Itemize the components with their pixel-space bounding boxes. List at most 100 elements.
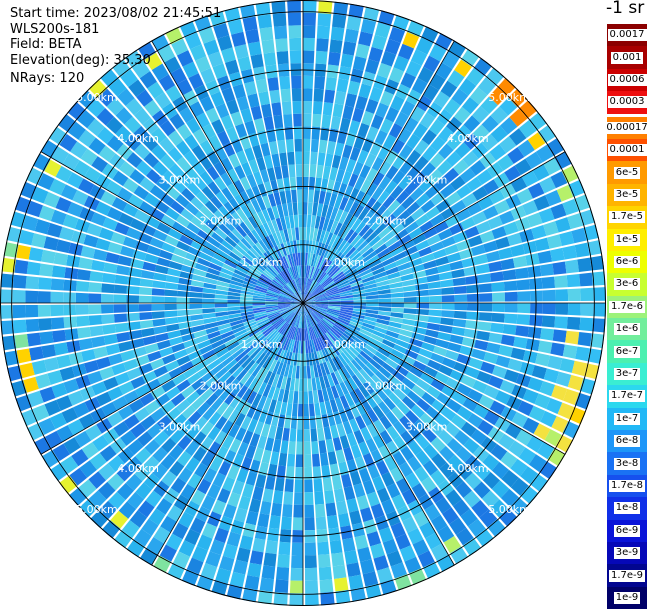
ray-gate	[78, 338, 94, 351]
ray-gate	[257, 14, 272, 29]
ray-gate	[151, 311, 165, 319]
ray-gate	[313, 478, 323, 493]
ray-gate	[16, 244, 31, 260]
colorbar-tick-label: 0.0003	[607, 96, 647, 109]
ray-gate	[296, 441, 303, 455]
ray-gate	[138, 295, 152, 303]
ray-gate	[273, 25, 288, 40]
ray-gate	[202, 298, 215, 303]
ray-gate	[355, 43, 370, 59]
ray-gate	[236, 547, 251, 563]
ray-gate	[325, 438, 335, 453]
ray-gate	[115, 264, 130, 276]
ray-gate	[304, 441, 311, 455]
ray-gate	[297, 189, 303, 203]
ray-gate	[342, 537, 356, 553]
ray-gate	[340, 300, 354, 303]
ray-gate	[283, 491, 294, 505]
ray-gate	[567, 303, 581, 316]
ray-gate	[338, 512, 351, 528]
ray-gate	[139, 278, 154, 288]
colorbar-lower-swatch: 1e-6	[607, 318, 647, 341]
colorbar-tick-label: 6e-8	[613, 435, 641, 448]
colorbar-lower-swatch: 1.7e-9	[607, 564, 647, 587]
ray-gate	[308, 189, 315, 203]
ray-gate	[279, 76, 291, 90]
ray-gate	[479, 293, 493, 302]
ray-gate	[53, 342, 69, 356]
ray-gate	[453, 285, 467, 294]
ray-gate	[303, 227, 307, 240]
ray-gate	[452, 277, 467, 287]
ray-gate	[101, 283, 115, 294]
ray-gate	[378, 306, 392, 312]
ray-gate	[390, 292, 404, 298]
ray-gate	[281, 101, 292, 115]
ray-gate	[39, 331, 54, 345]
ray-gate	[346, 562, 361, 578]
ray-gate	[522, 350, 538, 364]
ray-gate	[56, 239, 71, 254]
ray-gate	[165, 323, 180, 332]
ray-gate	[322, 165, 331, 180]
ray-gate	[366, 299, 379, 303]
ray-gate	[304, 479, 313, 493]
ray-gate	[267, 77, 280, 92]
ray-gate	[504, 303, 518, 313]
ray-gate	[164, 296, 177, 303]
ray-gate	[577, 332, 592, 347]
ray-gate	[214, 303, 228, 308]
ray-gate	[303, 429, 311, 442]
ray-gate	[50, 291, 64, 303]
colorbar-lower-swatch: 1.7e-8	[607, 474, 647, 498]
ray-gate	[495, 236, 510, 250]
ray-gate	[247, 41, 262, 57]
ray-gate	[227, 299, 240, 303]
ray-gate	[41, 249, 56, 264]
range-ring-label: 5.00km	[488, 503, 530, 516]
ray-gate	[503, 280, 518, 291]
ray-gate	[477, 321, 492, 332]
ray-gate	[80, 245, 96, 259]
colorbar-lower-swatch: 0.00017	[604, 116, 647, 139]
ray-gate	[289, 176, 297, 190]
ray-gate	[138, 304, 152, 312]
ray-gate	[28, 247, 44, 262]
colorbar-lower-swatch: 3e-8	[607, 452, 647, 475]
ray-gate	[153, 272, 167, 282]
ray-gate	[326, 514, 339, 529]
ray-gate	[285, 139, 294, 153]
ray-gate	[331, 475, 343, 490]
ray-gate	[318, 554, 331, 568]
ray-gate	[239, 300, 253, 303]
ray-gate	[113, 294, 127, 303]
ray-gate	[26, 332, 42, 347]
ray-gate	[427, 281, 442, 289]
ray-gate	[289, 428, 297, 442]
ray-gate	[291, 555, 303, 569]
ray-gate	[295, 151, 302, 165]
range-ring-label: 2.00km	[365, 215, 407, 228]
ray-gate	[449, 334, 464, 345]
ray-gate	[554, 316, 568, 329]
ray-gate	[113, 313, 128, 323]
ray-gate	[176, 309, 190, 317]
ray-gate	[280, 516, 292, 530]
colorbar-tick-label: 1e-5	[613, 233, 641, 246]
ray-gate	[303, 25, 316, 39]
ray-gate	[307, 202, 313, 216]
ray-gate	[250, 105, 263, 121]
ray-gate	[297, 403, 303, 417]
ray-gate	[303, 138, 311, 152]
colorbar-lower-swatch: 1.7e-6	[607, 295, 647, 319]
ray-gate	[356, 495, 370, 510]
ray-gate	[303, 366, 307, 379]
ray-gate	[272, 13, 287, 27]
ray-gate	[344, 28, 359, 44]
ray-gate	[315, 415, 323, 429]
ray-gate	[319, 579, 334, 593]
ray-gate	[486, 342, 501, 354]
ray-gate	[141, 327, 155, 338]
ray-gate	[88, 304, 102, 315]
ray-gate	[539, 263, 554, 277]
